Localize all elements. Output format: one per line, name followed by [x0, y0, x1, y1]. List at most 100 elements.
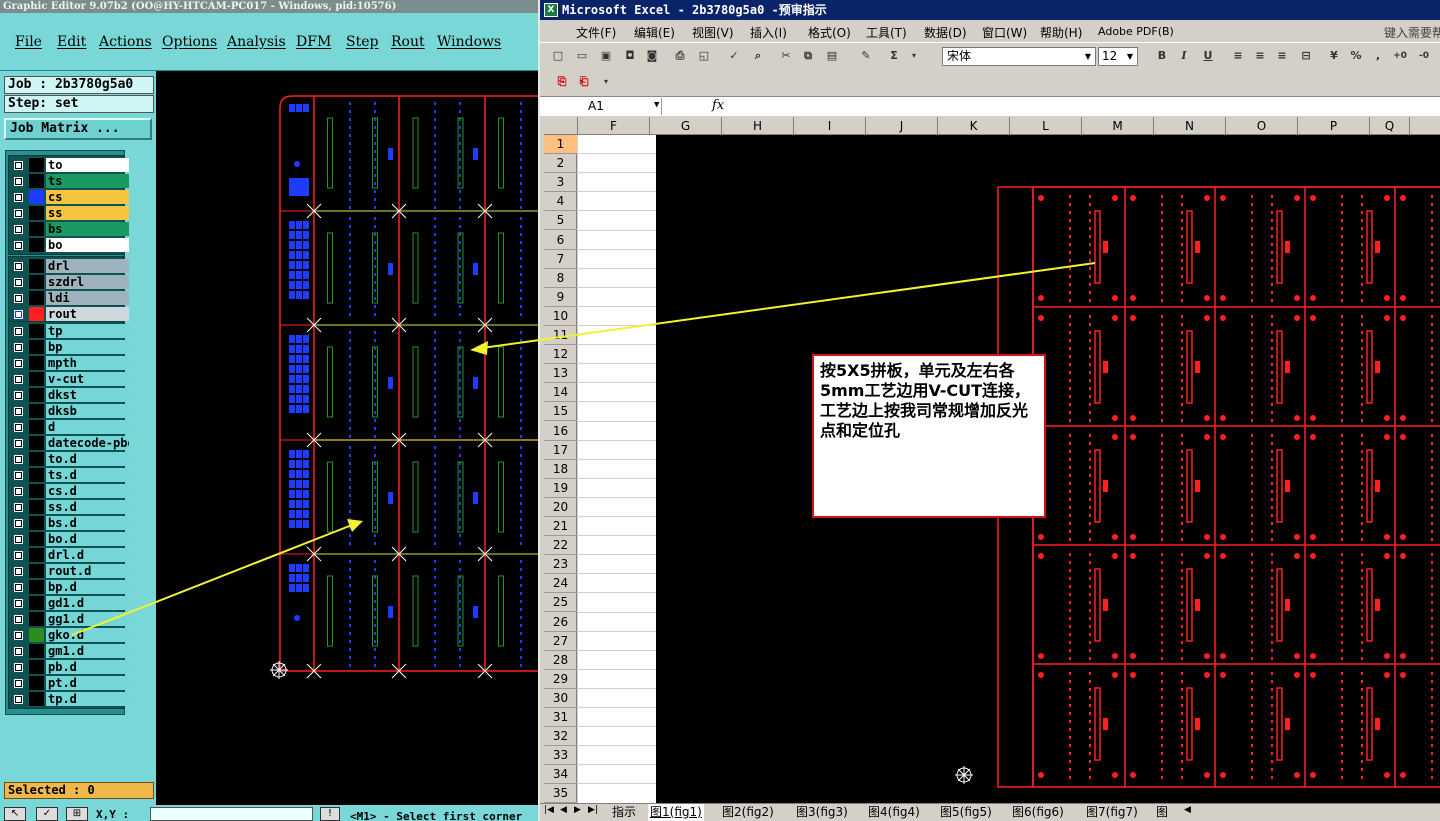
- pdf-email-icon[interactable]: ⎗: [576, 74, 592, 90]
- layer-name[interactable]: rout.d: [46, 564, 129, 578]
- layer-row-ts.d[interactable]: ts.d: [11, 468, 129, 483]
- align-center-icon[interactable]: ≡: [1252, 48, 1268, 64]
- align-left-icon[interactable]: ≡: [1230, 48, 1246, 64]
- layer-row-mpth[interactable]: mpth: [11, 356, 129, 371]
- row-header[interactable]: 15: [544, 402, 577, 422]
- layer-color-swatch[interactable]: [29, 340, 44, 354]
- column-header-H[interactable]: H: [722, 117, 794, 135]
- row-header[interactable]: 22: [544, 536, 577, 556]
- first-sheet-icon[interactable]: |◀: [544, 805, 554, 815]
- sheet-tab[interactable]: 图4(fig4): [866, 804, 922, 821]
- layer-checkbox[interactable]: [14, 310, 23, 319]
- percent-icon[interactable]: %: [1348, 48, 1364, 64]
- cut-icon[interactable]: ✂: [778, 48, 794, 64]
- layer-row-tp[interactable]: tp: [11, 324, 129, 339]
- menu-edit-cn[interactable]: 编辑(E): [634, 24, 675, 41]
- row-header[interactable]: 21: [544, 517, 577, 536]
- permission-icon[interactable]: ◘: [622, 48, 638, 64]
- layer-checkbox[interactable]: [14, 193, 23, 202]
- name-box-dropdown-icon[interactable]: ▼: [654, 100, 659, 110]
- layer-color-swatch[interactable]: [29, 372, 44, 386]
- menu-edit[interactable]: Edit: [57, 34, 86, 50]
- layer-checkbox[interactable]: [14, 343, 23, 352]
- menu-windows[interactable]: Windows: [437, 34, 501, 50]
- row-header[interactable]: 23: [544, 555, 577, 575]
- layer-name[interactable]: bp.d: [46, 580, 129, 594]
- layer-color-swatch[interactable]: [29, 580, 44, 594]
- menu-step[interactable]: Step: [346, 34, 378, 50]
- row-header[interactable]: 14: [544, 383, 577, 403]
- decrease-decimal-icon[interactable]: -0: [1416, 48, 1432, 64]
- layer-name[interactable]: bs.d: [46, 516, 129, 530]
- layer-checkbox[interactable]: [14, 695, 23, 704]
- autosum-dropdown-icon[interactable]: ▾: [906, 48, 922, 64]
- fx-icon[interactable]: fx: [712, 97, 724, 115]
- layer-name[interactable]: gko.d: [46, 628, 129, 642]
- layer-color-swatch[interactable]: [29, 222, 44, 236]
- menu-insert-cn[interactable]: 插入(I): [750, 24, 787, 41]
- align-right-icon[interactable]: ≡: [1274, 48, 1290, 64]
- menu-options[interactable]: Options: [162, 34, 217, 50]
- sheet-tab[interactable]: 指示: [610, 804, 638, 821]
- row-header[interactable]: 4: [544, 192, 577, 212]
- column-header-K[interactable]: K: [938, 117, 1010, 135]
- layer-checkbox[interactable]: [14, 294, 23, 303]
- layer-row-pt.d[interactable]: pt.d: [11, 676, 129, 691]
- layer-row-drl.d[interactable]: drl.d: [11, 548, 129, 563]
- row-header[interactable]: 29: [544, 670, 577, 689]
- layer-checkbox[interactable]: [14, 359, 23, 368]
- layer-color-swatch[interactable]: [29, 275, 44, 289]
- prev-sheet-icon[interactable]: ◀: [560, 805, 567, 815]
- pdf-convert-icon[interactable]: ⎘: [554, 74, 570, 90]
- comma-icon[interactable]: ,: [1370, 48, 1386, 64]
- layer-row-cs.d[interactable]: cs.d: [11, 484, 129, 499]
- last-sheet-icon[interactable]: ▶|: [588, 805, 598, 815]
- layer-checkbox[interactable]: [14, 241, 23, 250]
- layer-name[interactable]: gm1.d: [46, 644, 129, 658]
- layer-checkbox[interactable]: [14, 161, 23, 170]
- layer-checkbox[interactable]: [14, 615, 23, 624]
- layer-color-swatch[interactable]: [29, 516, 44, 530]
- layer-checkbox[interactable]: [14, 327, 23, 336]
- layer-checkbox[interactable]: [14, 631, 23, 640]
- layer-name[interactable]: bo: [46, 238, 129, 252]
- layer-row-rout.d[interactable]: rout.d: [11, 564, 129, 579]
- row-header[interactable]: 20: [544, 498, 577, 517]
- column-header-L[interactable]: L: [1010, 117, 1082, 135]
- layer-name[interactable]: bs: [46, 222, 129, 236]
- layer-row-bo.d[interactable]: bo.d: [11, 532, 129, 547]
- layer-name[interactable]: dksb: [46, 404, 129, 418]
- layer-row-d[interactable]: d: [11, 420, 129, 435]
- spelling-icon[interactable]: ✓: [726, 48, 742, 64]
- row-header[interactable]: 26: [544, 613, 577, 632]
- layer-color-swatch[interactable]: [29, 596, 44, 610]
- layer-color-swatch[interactable]: [29, 420, 44, 434]
- layer-checkbox[interactable]: [14, 391, 23, 400]
- menu-rout[interactable]: Rout: [391, 34, 425, 50]
- layer-row-gd1.d[interactable]: gd1.d: [11, 596, 129, 611]
- row-header[interactable]: 8: [544, 269, 577, 288]
- layer-checkbox[interactable]: [14, 225, 23, 234]
- menu-dfm[interactable]: DFM: [296, 34, 331, 50]
- layer-checkbox[interactable]: [14, 647, 23, 656]
- row-header[interactable]: 19: [544, 479, 577, 498]
- row-header[interactable]: 28: [544, 651, 577, 670]
- column-header-F[interactable]: F: [578, 117, 650, 135]
- layer-name[interactable]: tp.d: [46, 692, 129, 706]
- sheet-tab[interactable]: 图5(fig5): [938, 804, 994, 821]
- layer-color-swatch[interactable]: [29, 238, 44, 252]
- layer-name[interactable]: d: [46, 420, 129, 434]
- layer-color-swatch[interactable]: [29, 532, 44, 546]
- column-header-N[interactable]: N: [1154, 117, 1226, 135]
- layer-name[interactable]: gd1.d: [46, 596, 129, 610]
- layer-name[interactable]: to: [46, 158, 129, 172]
- layer-color-swatch[interactable]: [29, 259, 44, 273]
- toolbar-options-icon[interactable]: ▾: [598, 74, 614, 90]
- layer-color-swatch[interactable]: [29, 484, 44, 498]
- row-header[interactable]: 11: [544, 326, 577, 345]
- layer-color-swatch[interactable]: [29, 660, 44, 674]
- layer-color-swatch[interactable]: [29, 324, 44, 338]
- sheet-tab[interactable]: 图7(fig7): [1084, 804, 1140, 821]
- menu-view-cn[interactable]: 视图(V): [692, 24, 734, 41]
- layer-row-bp[interactable]: bp: [11, 340, 129, 355]
